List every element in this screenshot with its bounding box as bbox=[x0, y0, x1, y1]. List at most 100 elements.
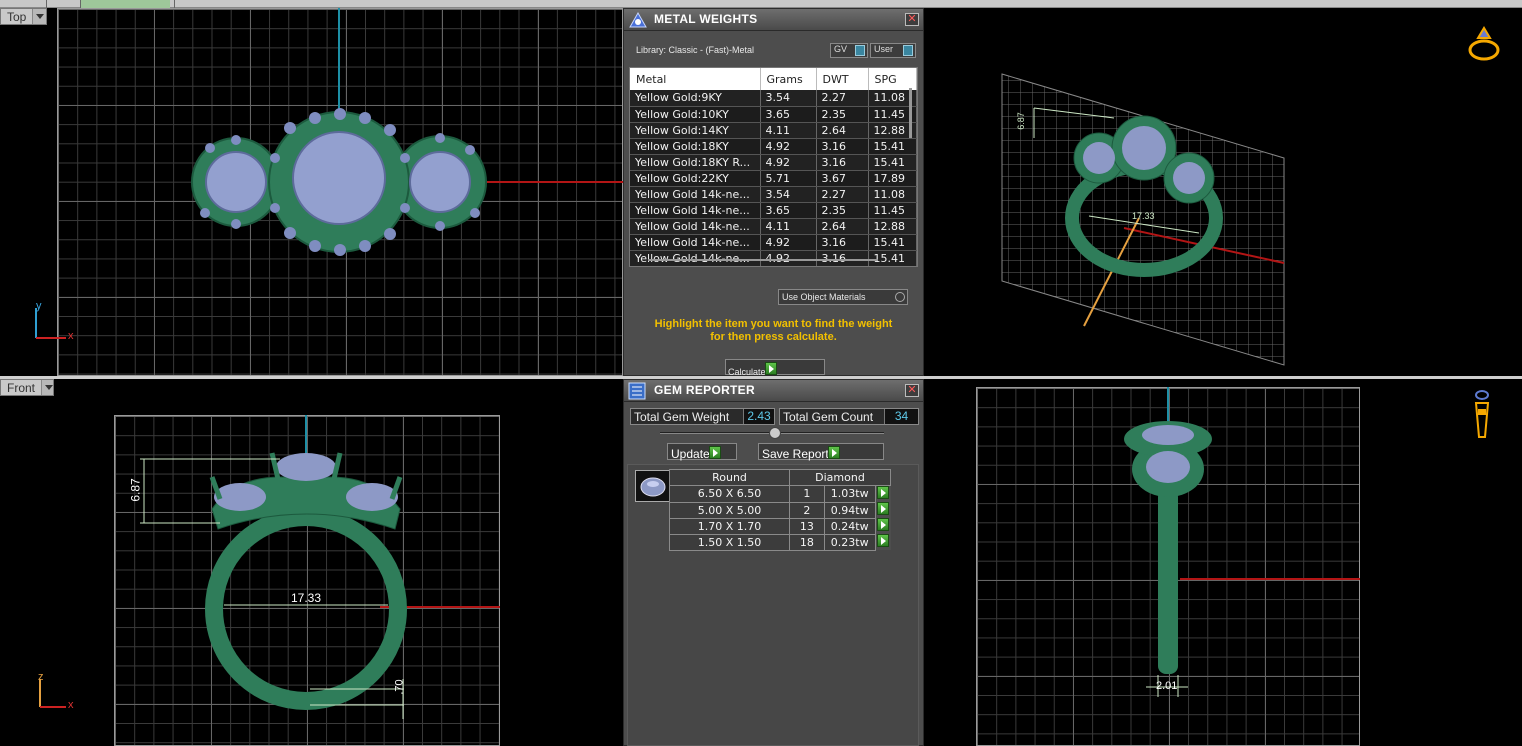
table-row[interactable]: 1.50 X 1.50 18 0.23tw bbox=[669, 533, 891, 551]
column-header[interactable]: SPG bbox=[868, 68, 917, 90]
table-cell: 3.65 bbox=[760, 106, 817, 123]
panel-title: GEM REPORTER bbox=[654, 383, 755, 397]
diamond-icon bbox=[640, 477, 666, 497]
dimension-width: 17.33 bbox=[1132, 211, 1155, 221]
table-row[interactable]: 5.00 X 5.00 2 0.94tw bbox=[669, 501, 891, 519]
gem-report-icon bbox=[628, 382, 646, 400]
column-header[interactable]: Grams bbox=[760, 68, 817, 90]
row-action-cell[interactable] bbox=[875, 534, 891, 550]
column-header[interactable]: Metal bbox=[630, 68, 761, 90]
table-cell: Yellow Gold:18KY bbox=[630, 138, 761, 155]
table-row[interactable]: Yellow Gold:22KY 5.71 3.67 17.89 bbox=[630, 170, 917, 187]
viewport-side[interactable]: 2.01 bbox=[924, 379, 1522, 746]
row-action-cell[interactable] bbox=[875, 518, 891, 534]
tab[interactable] bbox=[174, 0, 204, 8]
table-row[interactable]: Yellow Gold 14k-ne... 3.54 2.27 11.08 bbox=[630, 186, 917, 203]
close-icon[interactable]: ✕ bbox=[905, 13, 919, 26]
table-row[interactable]: Yellow Gold 14k-ne... 3.65 2.35 11.45 bbox=[630, 202, 917, 219]
update-label: Update bbox=[671, 447, 710, 461]
column-header[interactable]: DWT bbox=[816, 68, 869, 90]
table-cell: 2.35 bbox=[816, 106, 869, 123]
top-tab-strip bbox=[0, 0, 1522, 8]
play-icon[interactable] bbox=[877, 486, 890, 499]
viewport-front[interactable]: 6.87 17.33 .70 z x Front bbox=[0, 379, 623, 746]
table-row[interactable]: Yellow Gold 14k-ne... 4.92 3.16 15.41 bbox=[630, 250, 917, 266]
toggle-icon bbox=[855, 45, 865, 56]
scrollbar-horizontal[interactable] bbox=[648, 259, 878, 261]
update-button[interactable]: Update bbox=[667, 443, 737, 461]
table-cell: 4.11 bbox=[760, 218, 817, 235]
slider-handle[interactable] bbox=[769, 427, 781, 439]
axis-label-x: x bbox=[68, 330, 74, 342]
chevron-down-icon[interactable] bbox=[41, 380, 53, 395]
table-cell: 4.11 bbox=[760, 122, 817, 139]
viewport-perspective[interactable]: 6.87 17.33 bbox=[924, 8, 1522, 376]
table-cell: Yellow Gold:9KY bbox=[630, 90, 761, 107]
table-cell: 15.41 bbox=[868, 250, 917, 266]
table-cell: 15.41 bbox=[868, 138, 917, 155]
calculate-button[interactable]: Calculate bbox=[725, 359, 825, 377]
pendant-icon[interactable] bbox=[1470, 389, 1494, 441]
scale-icon bbox=[629, 11, 647, 28]
play-icon bbox=[764, 362, 777, 375]
table-row[interactable]: Yellow Gold:10KY 3.65 2.35 11.45 bbox=[630, 106, 917, 123]
table-cell: Yellow Gold 14k-ne... bbox=[630, 234, 761, 251]
use-object-materials-checkbox[interactable]: Use Object Materials bbox=[778, 289, 908, 305]
axis-label-x: x bbox=[68, 699, 74, 711]
tab-active[interactable] bbox=[80, 0, 170, 8]
instruction-text: Highlight the item you want to find the … bbox=[624, 318, 923, 344]
table-row[interactable]: Yellow Gold 14k-ne... 4.11 2.64 12.88 bbox=[630, 218, 917, 235]
total-gem-weight-value: 2.43 bbox=[743, 409, 774, 424]
viewport-top[interactable]: y x Top bbox=[0, 8, 623, 376]
table-cell: Yellow Gold:22KY bbox=[630, 170, 761, 187]
table-cell: Yellow Gold:10KY bbox=[630, 106, 761, 123]
table-cell: 0.23tw bbox=[823, 533, 876, 551]
viewport-label-text: Front bbox=[7, 380, 36, 395]
viewport-label-top[interactable]: Top bbox=[0, 8, 47, 25]
table-cell: 1 bbox=[789, 485, 825, 503]
tab[interactable] bbox=[46, 0, 76, 8]
dimension-shank: .70 bbox=[393, 679, 406, 695]
close-icon[interactable]: ✕ bbox=[905, 384, 919, 397]
dimension-width: 17.33 bbox=[291, 591, 322, 605]
table-cell: 3.16 bbox=[816, 154, 869, 171]
table-cell: 15.41 bbox=[868, 154, 917, 171]
panel-title: METAL WEIGHTS bbox=[654, 12, 758, 26]
play-icon[interactable] bbox=[877, 518, 890, 531]
save-report-button[interactable]: Save Report bbox=[758, 443, 884, 461]
table-cell: 2 bbox=[789, 501, 825, 519]
table-cell: 11.45 bbox=[868, 202, 917, 219]
metal-table[interactable]: Metal Grams DWT SPG Yellow Gold:9KY 3.54 2.27… bbox=[629, 67, 918, 267]
axis-label-y: y bbox=[36, 300, 42, 312]
library-label: Library: Classic - (Fast)-Metal bbox=[636, 45, 755, 55]
row-action-cell[interactable] bbox=[875, 485, 891, 502]
table-row[interactable]: Yellow Gold:18KY R... 4.92 3.16 15.41 bbox=[630, 154, 917, 171]
use-object-label: Use Object Materials bbox=[782, 292, 866, 302]
table-row[interactable]: Yellow Gold:9KY 3.54 2.27 11.08 bbox=[630, 90, 917, 107]
table-row[interactable]: 6.50 X 6.50 1 1.03tw bbox=[669, 485, 891, 503]
play-icon[interactable] bbox=[877, 502, 890, 515]
user-toggle[interactable]: User bbox=[870, 43, 916, 58]
table-row[interactable]: Yellow Gold:18KY 4.92 3.16 15.41 bbox=[630, 138, 917, 155]
ring-top-view bbox=[35, 8, 623, 339]
ring-icon[interactable] bbox=[1464, 24, 1504, 64]
total-gem-weight-field: Total Gem Weight 2.43 bbox=[630, 408, 775, 425]
play-icon bbox=[827, 446, 840, 459]
gv-label: GV bbox=[834, 44, 848, 54]
table-cell: 4.92 bbox=[760, 154, 817, 171]
table-cell: 3.54 bbox=[760, 90, 817, 107]
chevron-down-icon[interactable] bbox=[32, 9, 46, 24]
gv-toggle[interactable]: GV bbox=[830, 43, 868, 58]
viewport-label-front[interactable]: Front bbox=[0, 379, 54, 396]
table-cell: 3.54 bbox=[760, 186, 817, 203]
table-cell: 3.16 bbox=[816, 138, 869, 155]
scrollbar-vertical[interactable] bbox=[909, 88, 912, 138]
play-icon[interactable] bbox=[877, 534, 890, 547]
table-row[interactable]: 1.70 X 1.70 13 0.24tw bbox=[669, 517, 891, 535]
table-row[interactable]: Yellow Gold:14KY 4.11 2.64 12.88 bbox=[630, 122, 917, 139]
table-cell: 4.92 bbox=[760, 250, 817, 266]
row-action-cell[interactable] bbox=[875, 502, 891, 518]
table-cell: Yellow Gold 14k-ne... bbox=[630, 186, 761, 203]
material-header: Diamond bbox=[789, 469, 891, 486]
table-row[interactable]: Yellow Gold 14k-ne... 4.92 3.16 15.41 bbox=[630, 234, 917, 251]
